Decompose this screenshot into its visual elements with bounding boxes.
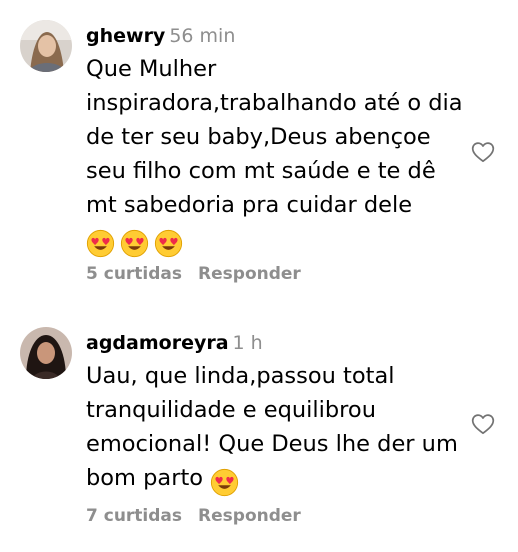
avatar[interactable] [20, 327, 72, 379]
comment-meta: 5 curtidas Responder [86, 263, 301, 285]
like-count[interactable]: 5 curtidas [86, 264, 182, 284]
heart-eyes-emoji-icon [154, 229, 183, 258]
user-photo-icon [20, 20, 72, 72]
comment-meta: 7 curtidas Responder [86, 505, 301, 527]
timestamp[interactable]: 1 h [233, 332, 263, 354]
heart-eyes-emoji-icon [86, 229, 115, 258]
like-heart-icon[interactable] [470, 139, 496, 165]
reply-button[interactable]: Responder [198, 264, 301, 284]
timestamp[interactable]: 56 min [169, 25, 235, 47]
reply-button[interactable]: Responder [198, 506, 301, 526]
comment-text-block: Uau, que linda,passou total tranquilidad… [86, 359, 466, 499]
emoji-group [86, 226, 188, 260]
username[interactable]: ghewry [86, 25, 165, 47]
user-photo-icon [20, 327, 72, 379]
avatar[interactable] [20, 20, 72, 72]
heart-eyes-emoji-icon [120, 229, 149, 258]
heart-eyes-emoji-icon [210, 468, 239, 497]
comment-header: agdamoreyra 1 h [86, 331, 263, 355]
like-heart-icon[interactable] [470, 411, 496, 437]
comment-text-block: Que Mulher inspiradora,trabalhando até o… [86, 52, 466, 260]
username[interactable]: agdamoreyra [86, 332, 229, 354]
emoji-group [210, 465, 244, 499]
comment-text: Que Mulher inspiradora,trabalhando até o… [86, 56, 463, 218]
comment-text: Uau, que linda,passou total tranquilidad… [86, 363, 458, 491]
comment-header: ghewry 56 min [86, 24, 235, 48]
like-count[interactable]: 7 curtidas [86, 506, 182, 526]
